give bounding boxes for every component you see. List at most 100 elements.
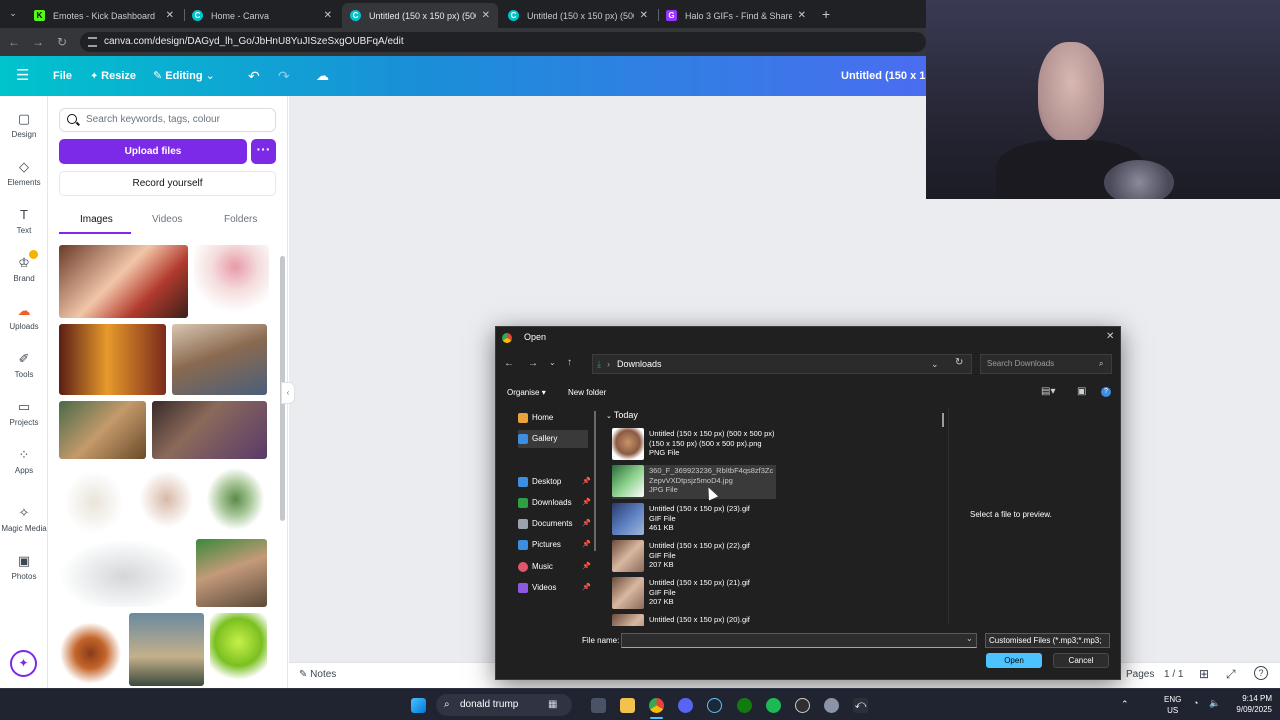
forward-icon[interactable]: → [528, 358, 538, 369]
nav-item-desktop[interactable]: Desktop 📌 [518, 473, 598, 491]
file-item-selected[interactable]: 360_F_369923236_RbItbF4qs8zf3ZcZepvVXDtp… [612, 465, 776, 499]
main-menu-icon[interactable]: ☰ [16, 56, 29, 96]
upload-thumbnail-alien-character[interactable] [59, 401, 146, 459]
record-yourself-button[interactable]: Record yourself [59, 171, 276, 196]
view-options-icon[interactable]: ▤▾ [1041, 386, 1055, 397]
file-item[interactable]: Untitled (150 x 150 px) (23).gif GIF File… [612, 503, 776, 537]
browser-tab[interactable]: K Emotes - Kick Dashboard ✕ [26, 3, 182, 28]
obs-icon[interactable] [795, 698, 810, 713]
site-info-icon[interactable] [88, 37, 97, 47]
upload-thumbnail-anime-scream[interactable] [59, 245, 188, 318]
file-item[interactable]: Untitled (150 x 150 px) (22).gif GIF File… [612, 540, 776, 574]
group-header-today[interactable]: ⌄ Today [606, 410, 638, 420]
nav-item-music[interactable]: Music 📌 [518, 558, 598, 576]
preview-pane-icon[interactable]: ▣ [1077, 386, 1086, 397]
windows-start-icon[interactable] [411, 698, 426, 713]
upload-thumbnail-woman[interactable] [172, 324, 267, 395]
spotify-icon[interactable] [766, 698, 781, 713]
nav-item-videos[interactable]: Videos 📌 [518, 579, 598, 597]
xbox-icon[interactable] [737, 698, 752, 713]
notes-button[interactable]: ✎ Notes [299, 669, 336, 680]
upload-thumbnail-dancing-figure[interactable] [135, 465, 198, 533]
upload-more-button[interactable]: ··· [251, 139, 276, 164]
close-icon[interactable]: ✕ [166, 10, 174, 21]
organise-menu[interactable]: Organise ▾ [507, 388, 546, 397]
settings-gear-icon[interactable] [824, 698, 839, 713]
fullscreen-icon[interactable]: ⤢ [1226, 667, 1236, 682]
browser-tab[interactable]: G Halo 3 GIFs - Find & Share on G ✕ [658, 3, 814, 28]
upload-thumbnail-van[interactable] [59, 539, 190, 607]
search-input[interactable]: Search keywords, tags, colour [59, 108, 276, 132]
upload-thumbnail-poop-emoji[interactable] [59, 613, 122, 686]
refresh-icon[interactable]: ↻ [955, 357, 963, 368]
redo-icon[interactable]: ↷ [278, 56, 290, 96]
nav-item-downloads[interactable]: Downloads 📌 [518, 494, 598, 512]
new-folder-button[interactable]: New folder [568, 388, 606, 397]
rail-item-magic-media[interactable]: ✧ Magic Media [0, 506, 48, 534]
close-icon[interactable]: ✕ [798, 10, 806, 21]
tab-images[interactable]: Images [80, 214, 113, 225]
browser-tab[interactable]: C Untitled (150 x 150 px) (500 x 5 ✕ [500, 3, 656, 28]
file-item[interactable]: Untitled (150 x 150 px) (20).gif [612, 614, 776, 626]
file-name-input[interactable]: ⌄ [621, 633, 977, 648]
file-item[interactable]: Untitled (150 x 150 px) (500 x 500 px) (… [612, 428, 776, 462]
upload-thumbnail-man-green-hat[interactable] [196, 539, 267, 607]
nav-item-gallery[interactable]: Gallery [518, 430, 588, 448]
file-menu-button[interactable]: File [53, 56, 72, 96]
show-hidden-icons-chevron[interactable]: ⌃ [1121, 699, 1129, 710]
design-title[interactable]: Untitled (150 x 150 [841, 56, 926, 96]
editing-mode-button[interactable]: ✎ Editing ⌄ [153, 56, 215, 96]
save-status-cloud-icon[interactable]: ☁ [316, 56, 329, 96]
rail-item-projects[interactable]: ▭ Projects [0, 400, 48, 428]
rail-item-tools[interactable]: ✐ Tools [0, 352, 48, 380]
back-icon[interactable]: ← [504, 358, 514, 369]
file-explorer-icon[interactable] [620, 698, 635, 713]
pages-button[interactable]: Pages [1126, 669, 1154, 680]
nav-item-pictures[interactable]: Pictures 📌 [518, 536, 598, 554]
upload-thumbnail-alien-head[interactable] [210, 613, 267, 686]
close-icon[interactable]: ✕ [324, 10, 332, 21]
back-icon[interactable]: ← [6, 34, 22, 50]
file-item[interactable]: Untitled (150 x 150 px) (21).gif GIF File… [612, 577, 776, 611]
file-list-scrollbar[interactable] [942, 413, 944, 427]
rail-item-elements[interactable]: ◇ Elements [0, 160, 48, 188]
url-bar[interactable]: canva.com/design/DAGyd_lh_Go/JbHnU8YuJIS… [80, 32, 926, 52]
file-type-select[interactable]: Customised Files (*.mp3;*.mp3; [985, 633, 1110, 648]
close-icon[interactable]: ✕ [1106, 331, 1114, 342]
task-view-icon[interactable] [591, 698, 606, 713]
search-downloads-input[interactable]: Search Downloads ⌕ [980, 354, 1112, 374]
path-dropdown-icon[interactable]: ⌄ [931, 355, 939, 373]
rail-item-uploads[interactable]: ☁ Uploads [0, 304, 48, 332]
steam-icon[interactable] [707, 698, 722, 713]
rail-item-text[interactable]: T Text [0, 208, 48, 236]
undo-icon[interactable]: ↶ [248, 56, 260, 96]
open-button[interactable]: Open [986, 653, 1042, 668]
close-icon[interactable]: ✕ [482, 10, 490, 21]
path-bar[interactable]: ⤓ › Downloads ⌄ [592, 354, 972, 374]
collapse-panel-button[interactable]: ‹ [281, 382, 295, 404]
rail-item-brand[interactable]: ♔ Brand [0, 250, 48, 283]
upload-files-button[interactable]: Upload files [59, 139, 247, 164]
tab-folders[interactable]: Folders [224, 214, 257, 225]
taskbar-search-box[interactable]: ⌕ donald trump ▦ [436, 694, 572, 716]
kick-app-icon[interactable]: ⤺ [853, 698, 868, 713]
upload-thumbnail-anime-girl[interactable] [194, 245, 269, 318]
nav-pane-scrollbar[interactable] [594, 411, 596, 551]
help-icon[interactable]: ? [1101, 387, 1111, 397]
resize-button[interactable]: ✦ Resize [90, 56, 136, 96]
nav-item-home[interactable]: Home [518, 409, 598, 427]
discord-icon[interactable] [678, 698, 693, 713]
magic-assistant-button[interactable]: ✦ [10, 650, 37, 677]
clock[interactable]: 9:14 PM 9/09/2025 [1236, 693, 1272, 715]
grid-view-icon[interactable]: ⊞ [1199, 667, 1209, 681]
reload-icon[interactable]: ↻ [54, 34, 70, 50]
browser-tab[interactable]: C Home - Canva ✕ [184, 3, 340, 28]
volume-icon[interactable]: 🔈 [1209, 698, 1220, 709]
upload-thumbnail-jedi[interactable] [152, 401, 267, 459]
language-indicator[interactable]: ENG US [1164, 694, 1181, 716]
up-folder-icon[interactable]: ↑ [567, 357, 572, 368]
forward-icon[interactable]: → [30, 34, 46, 50]
upload-thumbnail-comedian[interactable] [59, 324, 166, 395]
cancel-button[interactable]: Cancel [1053, 653, 1109, 668]
rail-item-apps[interactable]: ⁘ Apps [0, 448, 48, 476]
